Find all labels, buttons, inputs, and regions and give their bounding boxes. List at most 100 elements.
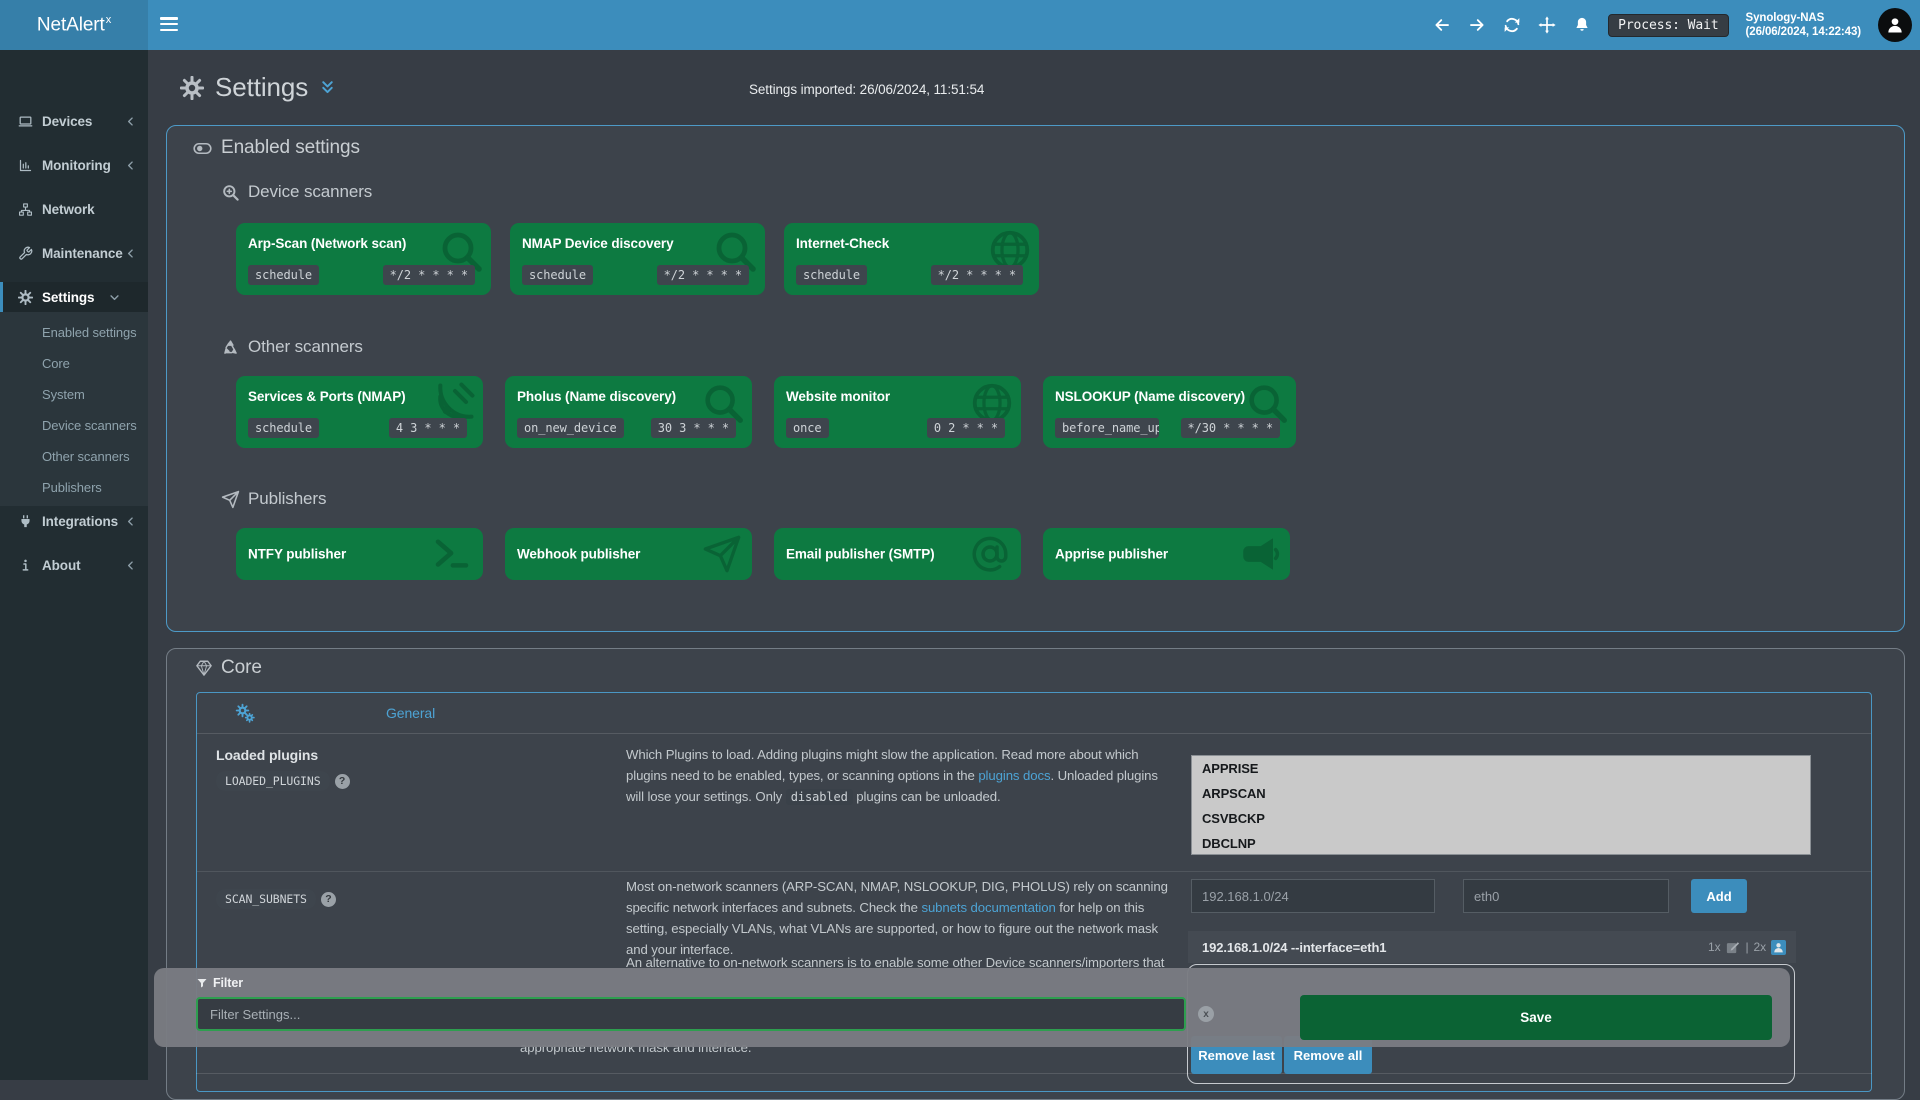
chevron-left-icon xyxy=(125,116,136,127)
cron-badge: 4 3 * * * xyxy=(389,418,467,438)
plugin-option[interactable]: ARPSCAN xyxy=(1192,781,1810,806)
sidebar-item-network[interactable]: Network xyxy=(0,194,148,224)
forward-arrow-icon[interactable] xyxy=(1468,16,1486,34)
loaded-plugins-key: LOADED_PLUGINS ? xyxy=(216,771,350,791)
help-question-icon[interactable]: ? xyxy=(335,774,350,789)
scan-subnets-description: Most on-network scanners (ARP-SCAN, NMAP… xyxy=(626,877,1168,960)
user-avatar[interactable] xyxy=(1878,8,1912,42)
settings-submenu: Enabled settings Core System Device scan… xyxy=(0,312,148,506)
chevron-left-icon xyxy=(125,560,136,571)
sidebar-item-other-scanners[interactable]: Other scanners xyxy=(0,441,148,472)
plugins-docs-link[interactable]: plugins docs xyxy=(978,768,1050,783)
host-info: Synology-NAS (26/06/2024, 14:22:43) xyxy=(1746,11,1861,39)
filter-overlay: Filter x Save xyxy=(154,968,1790,1047)
loaded-plugins-listbox[interactable]: APPRISE ARPSCAN CSVBCKP DBCLNP xyxy=(1191,755,1811,855)
gear-icon xyxy=(18,290,33,305)
enabled-settings-heading: Enabled settings xyxy=(193,137,360,159)
enabled-settings-panel: Enabled settings Device scanners Arp-Sca… xyxy=(166,125,1905,632)
add-subnet-button[interactable]: Add xyxy=(1691,879,1747,913)
loaded-plugins-description: Which Plugins to load. Adding plugins mi… xyxy=(626,745,1168,808)
sitemap-icon xyxy=(18,202,33,217)
sidebar-item-monitoring[interactable]: Monitoring xyxy=(0,150,148,180)
card-website-monitor[interactable]: Website monitor once0 2 * * * xyxy=(774,376,1021,448)
gears-icon[interactable] xyxy=(235,703,255,723)
bullhorn-icon xyxy=(1238,533,1280,575)
card-services-ports[interactable]: Services & Ports (NMAP) schedule4 3 * * … xyxy=(236,376,483,448)
sidebar: Devices Monitoring Network Maintenance S… xyxy=(0,50,148,1080)
top-bar: NetAlertx Process: Wait Synology-NAS (26… xyxy=(0,0,1920,50)
terminal-icon xyxy=(431,533,473,575)
sidebar-item-core[interactable]: Core xyxy=(0,348,148,379)
paper-plane-icon xyxy=(702,534,742,574)
gem-icon xyxy=(195,659,213,677)
subnet-entry-controls: 1x | 2x xyxy=(1708,940,1786,955)
schedule-badge: schedule xyxy=(796,265,867,285)
cron-badge: 0 2 * * * xyxy=(927,418,1005,438)
at-icon xyxy=(969,533,1011,575)
sidebar-item-devices[interactable]: Devices xyxy=(0,106,148,136)
sidebar-item-integrations[interactable]: Integrations xyxy=(0,506,148,536)
schedule-badge: schedule xyxy=(522,265,593,285)
other-scanners-heading: Other scanners xyxy=(221,337,363,357)
plugin-option[interactable]: CSVBCKP xyxy=(1192,806,1810,831)
card-pholus[interactable]: Pholus (Name discovery) on_new_device30 … xyxy=(505,376,752,448)
move-icon[interactable] xyxy=(1538,16,1556,34)
filter-label: Filter xyxy=(196,976,243,990)
card-email-smtp[interactable]: Email publisher (SMTP) xyxy=(774,528,1021,580)
card-internet-check[interactable]: Internet-Check schedule*/2 * * * * xyxy=(784,223,1039,295)
cron-badge: */2 * * * * xyxy=(657,265,749,285)
gear-icon xyxy=(180,76,204,100)
card-arp-scan[interactable]: Arp-Scan (Network scan) schedule*/2 * * … xyxy=(236,223,491,295)
publishers-heading: Publishers xyxy=(221,489,326,509)
back-arrow-icon[interactable] xyxy=(1433,16,1451,34)
sidebar-item-about[interactable]: About xyxy=(0,550,148,580)
app-logo[interactable]: NetAlertx xyxy=(0,0,148,50)
clear-filter-icon[interactable]: x xyxy=(1198,1006,1214,1022)
brand-sup: x xyxy=(106,14,111,26)
search-plus-icon xyxy=(221,183,240,202)
sidebar-item-enabled-settings[interactable]: Enabled settings xyxy=(0,317,148,348)
save-button[interactable]: Save xyxy=(1300,995,1772,1040)
page-title: Settings xyxy=(180,72,336,103)
plugin-option[interactable]: APPRISE xyxy=(1192,756,1810,781)
device-scanner-cards: Arp-Scan (Network scan) schedule*/2 * * … xyxy=(236,223,1039,295)
sidebar-item-maintenance[interactable]: Maintenance xyxy=(0,238,148,268)
chevron-left-icon xyxy=(125,516,136,527)
laptop-icon xyxy=(18,114,33,129)
sidebar-item-publishers[interactable]: Publishers xyxy=(0,472,148,503)
sidebar-toggle-icon[interactable] xyxy=(160,17,180,33)
sidebar-item-device-scanners[interactable]: Device scanners xyxy=(0,410,148,441)
cron-badge: */2 * * * * xyxy=(931,265,1023,285)
person-walk-icon[interactable] xyxy=(1771,940,1786,955)
card-nslookup[interactable]: NSLOOKUP (Name discovery) before_name_up… xyxy=(1043,376,1296,448)
funnel-icon xyxy=(196,977,208,989)
double-chevron-down-icon[interactable] xyxy=(319,79,336,96)
host-name: Synology-NAS xyxy=(1746,11,1861,25)
tab-general[interactable]: General xyxy=(386,705,435,721)
cron-badge: */30 * * * * xyxy=(1181,418,1281,438)
help-question-icon[interactable]: ? xyxy=(321,892,336,907)
schedule-badge: before_name_upd xyxy=(1055,418,1159,438)
subnet-input[interactable] xyxy=(1191,879,1435,913)
card-webhook[interactable]: Webhook publisher xyxy=(505,528,752,580)
plug-icon xyxy=(18,514,33,529)
edit-icon[interactable] xyxy=(1725,940,1740,955)
process-status-badge[interactable]: Process: Wait xyxy=(1608,14,1728,37)
chevron-down-icon xyxy=(109,292,120,303)
card-ntfy[interactable]: NTFY publisher xyxy=(236,528,483,580)
card-apprise[interactable]: Apprise publisher xyxy=(1043,528,1290,580)
bell-icon[interactable] xyxy=(1573,16,1591,34)
subnets-docs-link[interactable]: subnets documentation xyxy=(921,900,1055,915)
schedule-badge: on_new_device xyxy=(517,418,624,438)
toggle-icon xyxy=(193,139,212,158)
refresh-icon[interactable] xyxy=(1503,16,1521,34)
top-right-cluster: Process: Wait Synology-NAS (26/06/2024, … xyxy=(1433,0,1912,50)
filter-settings-input[interactable] xyxy=(196,997,1186,1031)
sidebar-item-system[interactable]: System xyxy=(0,379,148,410)
sidebar-item-settings[interactable]: Settings xyxy=(0,282,148,312)
interface-input[interactable] xyxy=(1463,879,1669,913)
cron-badge: */2 * * * * xyxy=(383,265,475,285)
plugin-option[interactable]: DBCLNP xyxy=(1192,831,1810,855)
device-scanners-heading: Device scanners xyxy=(221,182,372,202)
card-nmap-discovery[interactable]: NMAP Device discovery schedule*/2 * * * … xyxy=(510,223,765,295)
